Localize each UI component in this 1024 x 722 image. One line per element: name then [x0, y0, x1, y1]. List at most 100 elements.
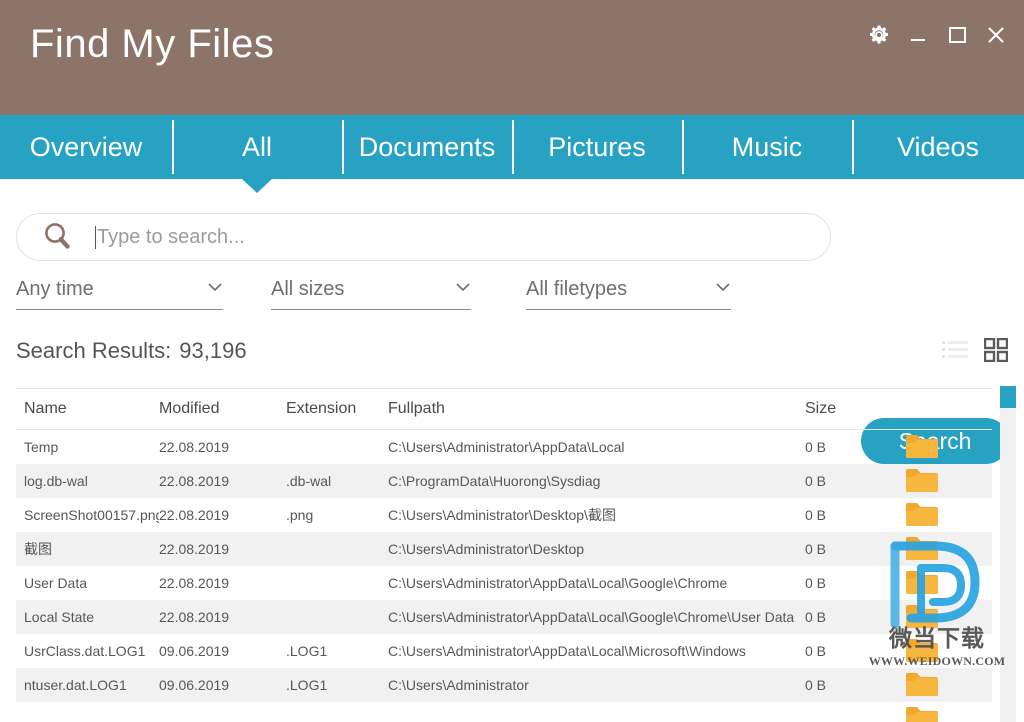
app-title: Find My Files: [30, 22, 275, 66]
cell-fullpath: C:\Users\Administrator\AppData\Local\Goo…: [388, 575, 728, 591]
cell-size: 0 B: [805, 541, 827, 557]
cell-extension: .LOG1: [286, 677, 328, 693]
list-view-icon[interactable]: [942, 340, 968, 360]
results-label: Search Results:: [16, 338, 172, 363]
column-header-fullpath[interactable]: Fullpath: [388, 400, 805, 418]
table-row[interactable]: 截图 22.08.2019 C:\Users\Administrator\Deskt…: [16, 532, 992, 566]
cell-icon: [905, 536, 975, 562]
grid-view-icon[interactable]: [984, 338, 1008, 362]
table-row[interactable]: UsrClass.dat.LOG1 09.06.2019 .LOG1 C:\Users…: [16, 634, 992, 668]
cell-size: 0 B: [805, 609, 827, 625]
settings-button[interactable]: [861, 18, 897, 52]
cell-fullpath: C:\Users\Administrator\AppData\Local\Goo…: [388, 609, 795, 625]
cell-extension: .png: [286, 507, 314, 523]
close-button[interactable]: [978, 18, 1014, 52]
cell-icon: [905, 706, 975, 722]
cell-fullpath: C:\Users\Administrator: [388, 677, 529, 693]
cell-modified: 22.08.2019: [159, 473, 230, 489]
active-tab-pointer-icon: [242, 179, 272, 193]
chevron-down-icon: [456, 283, 470, 292]
cell-modified: 22.08.2019: [159, 575, 230, 591]
cell-icon: [905, 570, 975, 596]
folder-icon[interactable]: [905, 672, 939, 698]
column-header-modified[interactable]: Modified: [159, 400, 286, 418]
cell-name: ScreenShot00157.png: [24, 507, 159, 523]
tab-all[interactable]: All: [172, 115, 342, 179]
filter-filetype-dropdown[interactable]: All filetypes: [526, 278, 731, 310]
folder-icon[interactable]: [905, 502, 939, 528]
column-header-name[interactable]: Name: [16, 400, 159, 418]
cell-icon: [905, 672, 975, 698]
cell-icon: [905, 468, 975, 494]
table-row[interactable]: Temp 22.08.2019 C:\Users\Administrator\App…: [16, 430, 992, 464]
cell-name: Local State: [24, 609, 95, 625]
tab-music[interactable]: Music: [682, 115, 852, 179]
table-body: Temp 22.08.2019 C:\Users\Administrator\App…: [16, 430, 992, 722]
tab-overview-label: Overview: [29, 131, 143, 162]
filter-time-dropdown[interactable]: Any time: [16, 278, 223, 310]
cell-modified: 22.08.2019: [159, 439, 230, 455]
cell-modified: 09.06.2019: [159, 643, 230, 659]
tab-documents[interactable]: Documents: [342, 115, 512, 179]
scrollbar-thumb[interactable]: [1000, 386, 1016, 408]
cell-modified: 22.08.2019: [159, 541, 230, 557]
minimize-icon: [911, 39, 925, 41]
column-header-extension[interactable]: Extension: [286, 400, 388, 418]
folder-icon[interactable]: [905, 570, 939, 596]
folder-icon[interactable]: [905, 706, 939, 722]
folder-icon[interactable]: [905, 536, 939, 562]
table-row[interactable]: ScreenShot00157.png 22.08.2019 .png C:\User…: [16, 498, 992, 532]
table-row[interactable]: ntuser.dat.LOG1 09.06.2019 .LOG1 C:\Users\A…: [16, 668, 992, 702]
search-row: Type to search... Search: [0, 205, 1024, 464]
filter-size-dropdown[interactable]: All sizes: [271, 278, 471, 310]
cell-size: 0 B: [805, 473, 827, 489]
cell-name: log.db-wal: [24, 473, 88, 489]
cell-name: User Data: [24, 575, 88, 591]
tab-pictures[interactable]: Pictures: [512, 115, 682, 179]
search-icon: [45, 223, 70, 249]
search-input[interactable]: Type to search...: [16, 213, 831, 261]
cell-icon: [905, 502, 975, 528]
cell-size: 0 B: [805, 575, 827, 591]
cell-modified: 22.08.2019: [159, 507, 230, 523]
tab-overview[interactable]: Overview: [0, 115, 172, 179]
cell-size: 0 B: [805, 643, 827, 659]
minimize-button[interactable]: [900, 18, 936, 52]
close-icon: [988, 27, 1004, 43]
cell-name: ntuser.dat.LOG1: [24, 677, 127, 693]
tab-bar: Overview All Documents Pictures Music Vi…: [0, 115, 1024, 179]
gear-icon: [870, 25, 888, 44]
search-placeholder: Type to search...: [97, 225, 245, 248]
filter-time-label: Any time: [16, 278, 94, 300]
table-row[interactable]: Local State 22.08.2019 C:\Users\Administra…: [16, 600, 992, 634]
maximize-button[interactable]: [939, 18, 975, 52]
text-caret: [95, 225, 96, 249]
cell-icon: [905, 434, 975, 460]
folder-icon[interactable]: [905, 604, 939, 630]
tab-documents-label: Documents: [358, 131, 496, 162]
tab-videos[interactable]: Videos: [852, 115, 1024, 179]
folder-icon[interactable]: [905, 434, 939, 460]
tab-all-label: All: [241, 131, 272, 162]
view-toggle-group: [942, 338, 1008, 362]
table-row[interactable]: [16, 702, 992, 722]
cell-size: 0 B: [805, 439, 827, 455]
cell-name: UsrClass.dat.LOG1: [24, 643, 146, 659]
app-window: Find My Files Overview All Documents Pic…: [0, 0, 1024, 722]
cell-fullpath: C:\ProgramData\Huorong\Sysdiag: [388, 473, 601, 489]
cell-size: 0 B: [805, 507, 827, 523]
table-row[interactable]: log.db-wal 22.08.2019 .db-wal C:\ProgramDat…: [16, 464, 992, 498]
cell-fullpath: C:\Users\Administrator\Desktop: [388, 541, 585, 557]
chevron-down-icon: [208, 283, 222, 292]
cell-icon: [905, 604, 975, 630]
table-header-row: Name Modified Extension Fullpath Size: [16, 388, 992, 430]
chevron-down-icon: [716, 283, 730, 292]
cell-extension: .db-wal: [286, 473, 332, 489]
folder-icon[interactable]: [905, 638, 939, 664]
vertical-scrollbar[interactable]: [1000, 386, 1016, 722]
table-row[interactable]: User Data 22.08.2019 C:\Users\Administrato…: [16, 566, 992, 600]
column-header-size[interactable]: Size: [805, 400, 905, 418]
cell-modified: 22.08.2019: [159, 609, 230, 625]
cell-name: Temp: [24, 439, 59, 455]
folder-icon[interactable]: [905, 468, 939, 494]
